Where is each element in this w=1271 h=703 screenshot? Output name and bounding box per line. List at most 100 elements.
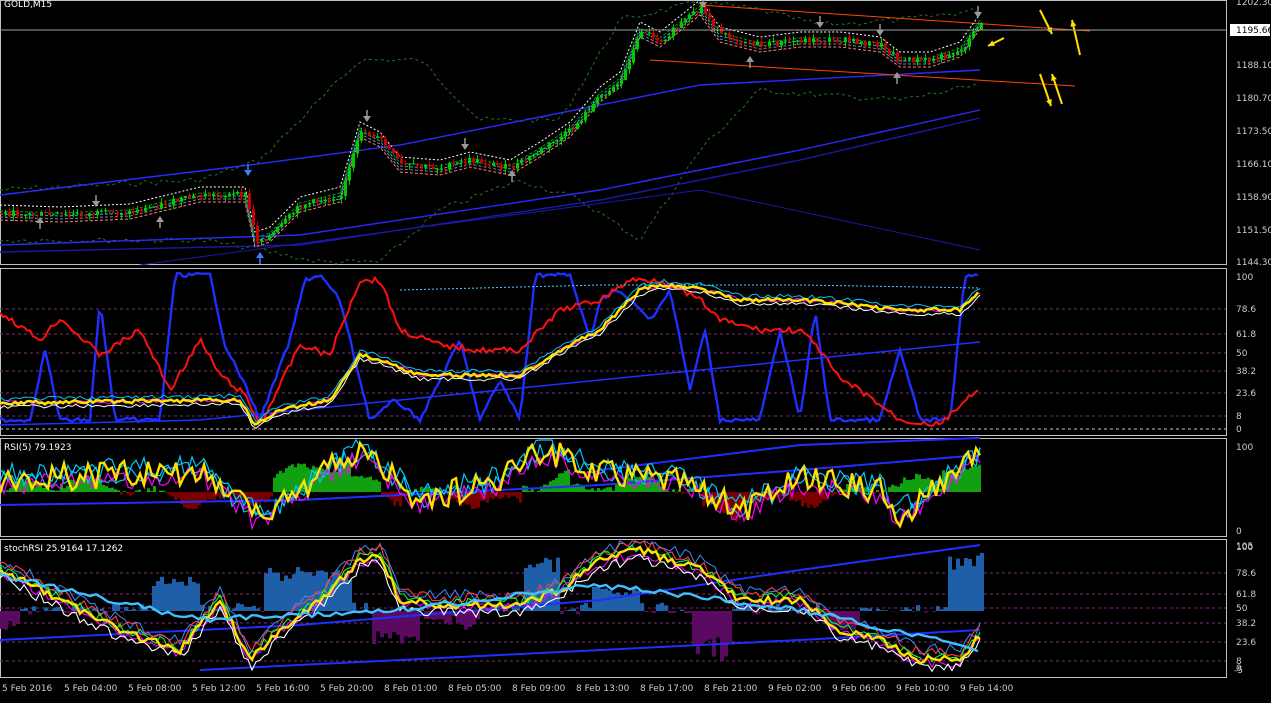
level-label: 61.8 bbox=[1236, 590, 1256, 600]
candle-body bbox=[236, 192, 239, 194]
candle-body bbox=[60, 213, 63, 214]
candle-body bbox=[592, 104, 595, 112]
fractal-arrow-icon bbox=[461, 144, 469, 150]
fractal-arrow-icon bbox=[363, 116, 371, 122]
chart-svg[interactable]: GOLD,M15 RSI(5) 79.1923 stochRSI 25.9164… bbox=[0, 0, 1271, 699]
candle-body bbox=[132, 211, 135, 213]
rsi-histogram-bar bbox=[162, 491, 165, 492]
rsi-histogram-bar bbox=[597, 488, 600, 492]
stochrsi-histogram-bar bbox=[560, 611, 564, 614]
candle-body bbox=[640, 32, 643, 38]
candle-body bbox=[584, 112, 587, 121]
candle-body bbox=[880, 43, 883, 46]
rsi-histogram-bar bbox=[63, 488, 66, 492]
time-label: 5 Feb 08:00 bbox=[128, 684, 182, 694]
main-pane[interactable] bbox=[1, 1, 1227, 265]
rsi-histogram-bar bbox=[159, 491, 162, 492]
rsi-histogram-bar bbox=[6, 490, 9, 492]
stochrsi-histogram-bar bbox=[640, 603, 644, 611]
candle-body bbox=[108, 210, 111, 212]
candle-body bbox=[148, 207, 151, 208]
stochrsi-histogram-bar bbox=[288, 578, 292, 611]
candle-body bbox=[304, 205, 307, 208]
candle-body bbox=[752, 42, 755, 45]
rsi-histogram-bar bbox=[336, 472, 339, 492]
rsi-histogram-bar bbox=[291, 464, 294, 492]
candle-body bbox=[964, 47, 967, 50]
stochrsi-histogram-bar bbox=[672, 611, 676, 613]
stochrsi-histogram-bar bbox=[404, 611, 408, 636]
stochrsi-histogram-bar bbox=[156, 581, 160, 611]
candle-body bbox=[960, 50, 963, 52]
candle-body bbox=[428, 165, 431, 167]
candle-body bbox=[20, 216, 23, 217]
rsi-pane[interactable] bbox=[1, 439, 1227, 537]
rsi-histogram-bar bbox=[501, 492, 504, 498]
stochrsi-histogram-bar bbox=[272, 573, 276, 611]
candle-body bbox=[548, 143, 551, 148]
candle-body bbox=[788, 41, 791, 42]
stochrsi-histogram-bar bbox=[644, 611, 648, 612]
time-axis[interactable]: 5 Feb 2016 5 Feb 04:00 5 Feb 08:00 5 Feb… bbox=[2, 684, 1014, 694]
rsi-histogram-bar bbox=[9, 488, 12, 492]
level-label: 100 bbox=[1236, 273, 1253, 283]
rsi-histogram-bar bbox=[393, 492, 396, 506]
candle-body bbox=[136, 210, 139, 213]
candle-body bbox=[628, 63, 631, 70]
stochrsi-histogram-bar bbox=[784, 609, 788, 611]
candle-body bbox=[552, 142, 555, 143]
candle-body bbox=[824, 42, 827, 43]
stochrsi-histogram-bar bbox=[24, 608, 28, 611]
rsi-histogram-bar bbox=[105, 486, 108, 492]
candle-body bbox=[224, 196, 227, 197]
candle-body bbox=[904, 60, 907, 61]
rsi-histogram-bar bbox=[102, 485, 105, 492]
rsi-histogram-bar bbox=[273, 478, 276, 492]
rsi-histogram-bar bbox=[585, 489, 588, 492]
candle-body bbox=[76, 213, 79, 214]
candle-body bbox=[632, 49, 635, 62]
candle-body bbox=[492, 163, 495, 166]
stochrsi-histogram-bar bbox=[704, 611, 708, 641]
stochrsi-histogram-bar bbox=[12, 611, 16, 626]
chart-area[interactable]: GOLD,M15 RSI(5) 79.1923 stochRSI 25.9164… bbox=[0, 0, 1271, 699]
candle-body bbox=[404, 163, 407, 164]
price-axis[interactable]: 1202.30 1195.66 1188.10 1180.70 1173.50 … bbox=[1230, 0, 1271, 268]
rsi-histogram-bar bbox=[675, 492, 678, 493]
candle-body bbox=[728, 33, 731, 38]
rsi-histogram-bar bbox=[888, 487, 891, 492]
candle-body bbox=[600, 95, 603, 97]
stochrsi-histogram-bar bbox=[944, 607, 948, 611]
candle-body bbox=[944, 54, 947, 58]
candle-body bbox=[356, 141, 359, 154]
rsi-histogram-bar bbox=[969, 468, 972, 492]
stochrsi-histogram-bar bbox=[56, 607, 60, 611]
stochrsi-histogram-bar bbox=[576, 611, 580, 614]
candle-body bbox=[456, 162, 459, 163]
candle-body bbox=[216, 194, 219, 196]
candle-body bbox=[48, 213, 51, 215]
fractal-arrow-icon bbox=[974, 12, 982, 18]
candle-body bbox=[244, 193, 247, 197]
time-label: 5 Feb 2016 bbox=[2, 684, 53, 694]
candle-body bbox=[288, 214, 291, 218]
candle-body bbox=[400, 159, 403, 164]
candle-body bbox=[872, 41, 875, 42]
rsi-histogram-bar bbox=[372, 480, 375, 492]
rsi-histogram-bar bbox=[366, 477, 369, 492]
candle-body bbox=[464, 161, 467, 163]
stochrsi-histogram-bar bbox=[912, 611, 916, 612]
candle-body bbox=[948, 55, 951, 58]
stochrsi-histogram-bar bbox=[284, 576, 288, 611]
candle-body bbox=[32, 213, 35, 214]
rsi-trend-line bbox=[600, 438, 980, 470]
rsi-histogram-bar bbox=[474, 492, 477, 508]
stochrsi-histogram-bar bbox=[8, 611, 12, 621]
stochrsi-histogram-bar bbox=[68, 611, 72, 612]
stochrsi-histogram-bar bbox=[696, 611, 700, 654]
stoch-pane[interactable] bbox=[1, 269, 1227, 436]
stochrsi-histogram-bar bbox=[700, 611, 704, 645]
stochrsi-histogram-bar bbox=[352, 603, 356, 611]
candle-body bbox=[344, 181, 347, 196]
candle-body bbox=[116, 212, 119, 214]
